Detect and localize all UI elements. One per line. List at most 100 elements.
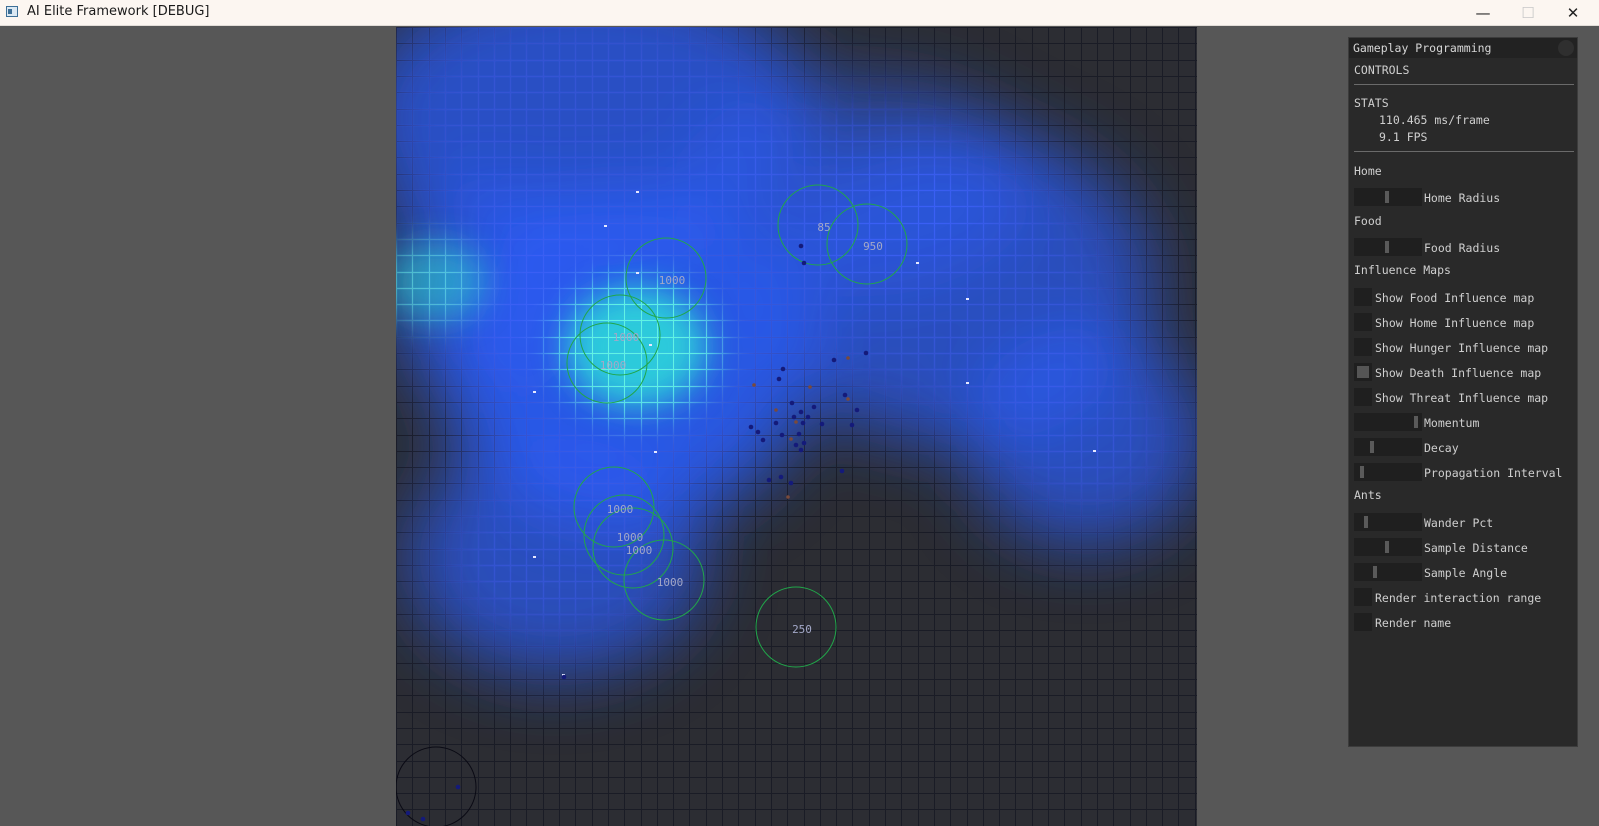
influence-blobs	[396, 27, 1197, 677]
ant	[773, 420, 779, 426]
slider-grab[interactable]	[1364, 516, 1368, 528]
ant	[533, 556, 536, 558]
fps-readout: 9.1 FPS	[1379, 130, 1428, 144]
food-amount-label: 1000	[617, 531, 644, 544]
ant	[420, 816, 426, 822]
ant	[801, 440, 807, 446]
ant	[811, 404, 817, 410]
show-hunger-checkbox[interactable]	[1354, 338, 1372, 356]
sample-distance-slider[interactable]	[1354, 538, 1422, 556]
show-home-checkbox[interactable]	[1354, 313, 1372, 331]
sample-angle-label: Sample Angle	[1424, 566, 1508, 580]
propagation-interval-slider[interactable]	[1354, 463, 1422, 481]
show-home-label: Show Home Influence map	[1375, 316, 1535, 330]
food-radius-slider[interactable]	[1354, 238, 1422, 256]
food-amount-label: 950	[863, 240, 883, 253]
slider-grab[interactable]	[1370, 441, 1374, 453]
ant	[748, 424, 754, 430]
decay-label: Decay	[1424, 441, 1459, 455]
slider-grab[interactable]	[1385, 241, 1389, 253]
maximize-button[interactable]: ☐	[1506, 0, 1550, 26]
ant	[788, 480, 794, 486]
ant	[793, 442, 799, 448]
stats-header[interactable]: STATS	[1354, 96, 1389, 110]
render-name-checkbox[interactable]	[1354, 613, 1372, 631]
food-amount-label: 85	[817, 221, 830, 234]
render-range-checkbox[interactable]	[1354, 588, 1372, 606]
propagation-interval-label: Propagation Interval	[1424, 466, 1563, 480]
minimize-button[interactable]: —	[1461, 0, 1505, 26]
food-amount-label: 1000	[607, 503, 634, 516]
ant	[561, 674, 567, 680]
controls-header[interactable]: CONTROLS	[1354, 63, 1409, 77]
panel-header[interactable]: Gameplay Programming	[1349, 38, 1577, 58]
show-food-checkbox[interactable]	[1354, 288, 1372, 306]
sample-angle-slider[interactable]	[1354, 563, 1422, 581]
slider-grab[interactable]	[1360, 466, 1364, 478]
ant	[636, 272, 639, 274]
food-amount-label: 250	[792, 623, 812, 636]
food-amount-label: 1000	[600, 359, 627, 372]
render-range-label: Render interaction range	[1375, 591, 1542, 605]
slider-grab[interactable]	[1414, 416, 1418, 428]
home-radius-label: Home Radius	[1424, 191, 1501, 205]
influence-map-canvas[interactable]: 859501000100010001000100010001000250	[396, 27, 1197, 826]
show-threat-checkbox[interactable]	[1354, 388, 1372, 406]
slider-grab[interactable]	[1385, 541, 1389, 553]
ant	[798, 243, 804, 249]
ant	[760, 437, 766, 443]
ant	[789, 437, 793, 441]
ant	[966, 382, 969, 384]
food-radius-label: Food Radius	[1424, 241, 1501, 255]
show-threat-label: Show Threat Influence map	[1375, 391, 1549, 405]
ant	[846, 356, 850, 360]
show-hunger-label: Show Hunger Influence map	[1375, 341, 1549, 355]
render-name-label: Render name	[1375, 616, 1452, 630]
ant	[796, 431, 802, 437]
food-amount-label: 1000	[613, 331, 640, 344]
ant	[455, 784, 461, 790]
ant	[778, 474, 784, 480]
ant	[916, 262, 919, 264]
ant	[533, 391, 536, 393]
influence-glow	[396, 27, 1197, 677]
ant	[604, 225, 607, 227]
ant	[842, 392, 848, 398]
influence-blob	[406, 437, 706, 677]
decay-slider[interactable]	[1354, 438, 1422, 456]
ant	[798, 447, 804, 453]
food-amount-label: 1000	[659, 274, 686, 287]
ant	[794, 420, 798, 424]
ant	[791, 414, 797, 420]
home-section: Home	[1354, 164, 1382, 178]
food-section: Food	[1354, 214, 1382, 228]
food-amount-label: 1000	[626, 544, 653, 557]
sample-distance-label: Sample Distance	[1424, 541, 1528, 555]
ant	[649, 344, 652, 346]
collapse-button[interactable]	[1558, 40, 1574, 56]
slider-grab[interactable]	[1373, 566, 1377, 578]
ant	[789, 400, 795, 406]
close-button[interactable]: ✕	[1551, 0, 1595, 26]
ant	[800, 420, 806, 426]
ant	[779, 432, 785, 438]
ant	[752, 383, 756, 387]
ant	[405, 810, 411, 816]
momentum-slider[interactable]	[1354, 413, 1422, 431]
separator	[1354, 84, 1574, 85]
home-radius-slider[interactable]	[1354, 188, 1422, 206]
ant	[808, 385, 812, 389]
ant	[766, 477, 772, 483]
influence-maps-section: Influence Maps	[1354, 263, 1451, 277]
show-death-checkbox[interactable]	[1354, 363, 1372, 381]
simulation-viewport[interactable]: 85 950 1000 1000 1000 1000 1000 1000 1000 250	[396, 27, 1197, 826]
control-panel: Gameplay Programming CONTROLS STATS 110.…	[1348, 37, 1578, 747]
ant	[801, 260, 807, 266]
separator	[1354, 151, 1574, 152]
window-title: AI Elite Framework [DEBUG]	[27, 4, 210, 19]
slider-grab[interactable]	[1385, 191, 1389, 203]
ant	[846, 397, 850, 401]
panel-title: Gameplay Programming	[1353, 41, 1492, 55]
ant	[863, 350, 869, 356]
wander-pct-slider[interactable]	[1354, 513, 1422, 531]
